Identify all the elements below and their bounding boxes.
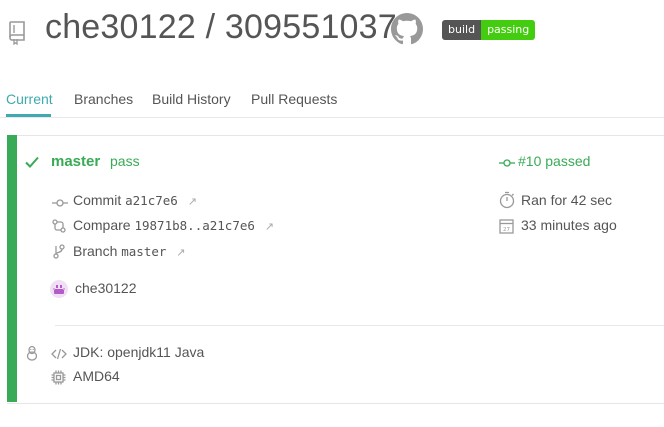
external-link-icon[interactable]: ↗ bbox=[265, 221, 274, 233]
avatar bbox=[50, 280, 68, 303]
external-link-icon[interactable]: ↗ bbox=[176, 247, 185, 259]
check-icon bbox=[24, 154, 40, 175]
svg-text:27: 27 bbox=[503, 227, 510, 233]
compare-icon bbox=[52, 219, 66, 238]
tab-bar: Current Branches Build History Pull Requ… bbox=[0, 88, 664, 118]
build-number-commit-icon bbox=[499, 156, 515, 174]
build-finished-time: 33 minutes ago bbox=[521, 217, 617, 233]
build-status-badge[interactable]: build passing bbox=[442, 20, 536, 40]
build-card bbox=[7, 135, 664, 404]
branch-label: Branch bbox=[73, 243, 118, 259]
github-icon[interactable] bbox=[391, 13, 423, 45]
calendar-icon: 27 bbox=[499, 218, 514, 239]
compare-row[interactable]: Compare 19871b8..a21c7e6 ↗ bbox=[73, 217, 274, 233]
job-arch: AMD64 bbox=[73, 368, 120, 384]
cpu-icon bbox=[51, 370, 66, 390]
tab-pull-requests[interactable]: Pull Requests bbox=[251, 91, 337, 107]
author-name[interactable]: che30122 bbox=[75, 280, 137, 296]
branch-icon bbox=[53, 244, 65, 264]
card-divider bbox=[55, 325, 664, 326]
badge-label: build bbox=[442, 20, 482, 40]
build-status-text: pass bbox=[110, 153, 140, 169]
repo-title: che30122 / 309551037 bbox=[45, 8, 397, 46]
code-icon bbox=[51, 347, 67, 365]
tab-current[interactable]: Current bbox=[6, 91, 53, 107]
job-language: JDK: openjdk11 Java bbox=[73, 344, 205, 360]
branch-row[interactable]: Branch master ↗ bbox=[73, 243, 186, 259]
commit-icon bbox=[52, 196, 68, 214]
repo-icon bbox=[8, 19, 28, 46]
external-link-icon[interactable]: ↗ bbox=[188, 196, 197, 208]
branch-name-link[interactable]: master bbox=[51, 153, 100, 170]
tab-branches[interactable]: Branches bbox=[74, 91, 133, 107]
build-number-link[interactable]: #10 passed bbox=[518, 153, 590, 169]
branch-value[interactable]: master bbox=[121, 244, 166, 259]
build-duration: Ran for 42 sec bbox=[521, 192, 613, 208]
tab-build-history[interactable]: Build History bbox=[152, 91, 231, 107]
compare-range[interactable]: 19871b8..a21c7e6 bbox=[134, 218, 254, 233]
compare-label: Compare bbox=[73, 217, 131, 233]
commit-row[interactable]: Commit a21c7e6 ↗ bbox=[73, 192, 197, 208]
commit-sha[interactable]: a21c7e6 bbox=[125, 193, 178, 208]
tabs-divider bbox=[0, 117, 664, 118]
stopwatch-icon bbox=[499, 191, 515, 214]
linux-icon bbox=[25, 345, 39, 366]
badge-status: passing bbox=[481, 20, 536, 40]
commit-label: Commit bbox=[73, 192, 122, 208]
status-stripe bbox=[7, 135, 17, 402]
